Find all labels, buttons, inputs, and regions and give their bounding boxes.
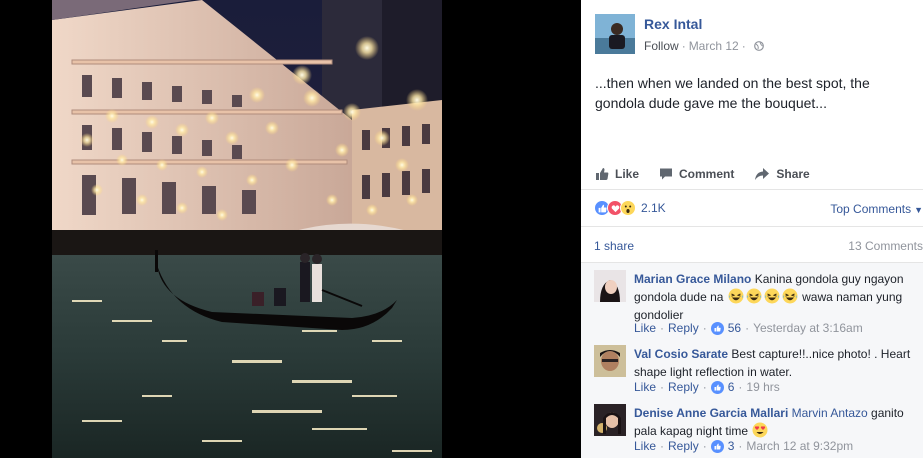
- share-arrow-icon: [755, 167, 770, 180]
- action-separator: ·: [660, 321, 665, 335]
- action-separator: ·: [702, 380, 707, 394]
- author-avatar[interactable]: [595, 14, 635, 54]
- comment-text: Denise Anne Garcia Mallari Marvin Antazo…: [634, 404, 923, 440]
- action-separator: ·: [738, 439, 743, 453]
- comment-reply-link[interactable]: Reply: [668, 380, 699, 394]
- comment-like-count[interactable]: 56: [728, 321, 741, 335]
- action-separator: ·: [745, 321, 750, 335]
- comment-like-count[interactable]: 3: [728, 439, 735, 453]
- reaction-icons[interactable]: [594, 200, 636, 216]
- photo-viewer: Rex Intal Follow · March 12 · ...then wh…: [0, 0, 923, 458]
- comment-bubble-icon: [660, 168, 673, 179]
- post-date[interactable]: March 12: [689, 39, 739, 53]
- post-meta: Follow · March 12 ·: [644, 39, 764, 53]
- laughing-emoji-icon: [782, 288, 798, 304]
- commenter-name[interactable]: Val Cosio Sarate: [634, 347, 728, 361]
- comment-text: Val Cosio Sarate Best capture!!..nice ph…: [634, 345, 923, 381]
- comment-timestamp[interactable]: March 12 at 9:32pm: [746, 439, 853, 453]
- top-comments-dropdown[interactable]: Top Comments ▼: [830, 202, 923, 216]
- action-separator: ·: [702, 439, 707, 453]
- post-photo[interactable]: [52, 0, 442, 458]
- action-separator: ·: [660, 380, 665, 394]
- wow-icon: [620, 200, 636, 216]
- commenter-avatar[interactable]: [594, 404, 626, 436]
- comment-item: Marian Grace Milano Kanina gondola guy n…: [594, 270, 923, 346]
- tagged-user-link[interactable]: Marvin Antazo: [792, 406, 868, 420]
- comment-reply-link[interactable]: Reply: [668, 321, 699, 335]
- comment-timestamp[interactable]: 19 hrs: [746, 380, 779, 394]
- meta-separator: ·: [741, 39, 746, 53]
- like-icon: [710, 380, 724, 394]
- comment-item: Denise Anne Garcia Mallari Marvin Antazo…: [594, 404, 923, 458]
- commenter-avatar[interactable]: [594, 270, 626, 302]
- action-separator: ·: [738, 380, 743, 394]
- comment-button[interactable]: Comment: [659, 167, 734, 181]
- like-label: Like: [615, 166, 640, 181]
- comment-actions: Like · Reply · 56 · Yesterday at 3:16am: [634, 321, 863, 335]
- author-name[interactable]: Rex Intal: [644, 16, 702, 32]
- like-icon: [710, 439, 724, 453]
- post-actions: Like Comment Share: [581, 158, 923, 190]
- post-text: ...then when we landed on the best spot,…: [595, 75, 870, 111]
- globe-icon: [753, 41, 764, 51]
- comment-label: Comment: [679, 166, 735, 181]
- share-count-link[interactable]: 1 share: [594, 239, 634, 253]
- follow-link[interactable]: Follow: [644, 39, 679, 53]
- thumbs-up-icon: [596, 167, 609, 180]
- comment-actions: Like · Reply · 6 · 19 hrs: [634, 380, 780, 394]
- post-panel: Rex Intal Follow · March 12 · ...then wh…: [581, 0, 923, 458]
- action-separator: ·: [702, 321, 707, 335]
- comment-like-count[interactable]: 6: [728, 380, 735, 394]
- comment-like-link[interactable]: Like: [634, 321, 656, 335]
- commenter-name[interactable]: Denise Anne Garcia Mallari: [634, 406, 788, 420]
- post-header: Rex Intal Follow · March 12 ·: [595, 14, 915, 56]
- like-icon: [710, 321, 724, 335]
- comment-reply-link[interactable]: Reply: [668, 439, 699, 453]
- top-comments-label: Top Comments: [830, 202, 912, 216]
- comment-item: Val Cosio Sarate Best capture!!..nice ph…: [594, 345, 923, 401]
- reactions-row: 2.1K Top Comments ▼: [581, 190, 923, 227]
- comment-text: Marian Grace Milano Kanina gondola guy n…: [634, 270, 923, 324]
- comment-count[interactable]: 13 Comments: [848, 239, 923, 253]
- laughing-emoji-group: [727, 288, 799, 304]
- laughing-emoji-icon: [764, 288, 780, 304]
- gondola-night-photo: [52, 0, 442, 458]
- commenter-name[interactable]: Marian Grace Milano: [634, 272, 751, 286]
- comment-like-link[interactable]: Like: [634, 380, 656, 394]
- meta-separator: ·: [681, 39, 686, 53]
- heart-eyes-emoji-icon: [752, 422, 768, 438]
- comment-actions: Like · Reply · 3 · March 12 at 9:32pm: [634, 439, 853, 453]
- comment-timestamp[interactable]: Yesterday at 3:16am: [753, 321, 863, 335]
- comments-list: Marian Grace Milano Kanina gondola guy n…: [581, 263, 923, 458]
- like-button[interactable]: Like: [595, 167, 639, 181]
- reaction-count[interactable]: 2.1K: [641, 201, 666, 215]
- share-label: Share: [776, 166, 810, 181]
- share-button[interactable]: Share: [754, 166, 810, 181]
- share-stats-row: 1 share 13 Comments: [581, 228, 923, 263]
- laughing-emoji-icon: [746, 288, 762, 304]
- laughing-emoji-icon: [728, 288, 744, 304]
- commenter-avatar[interactable]: [594, 345, 626, 377]
- caret-down-icon: ▼: [914, 205, 923, 215]
- action-separator: ·: [660, 439, 665, 453]
- comment-like-link[interactable]: Like: [634, 439, 656, 453]
